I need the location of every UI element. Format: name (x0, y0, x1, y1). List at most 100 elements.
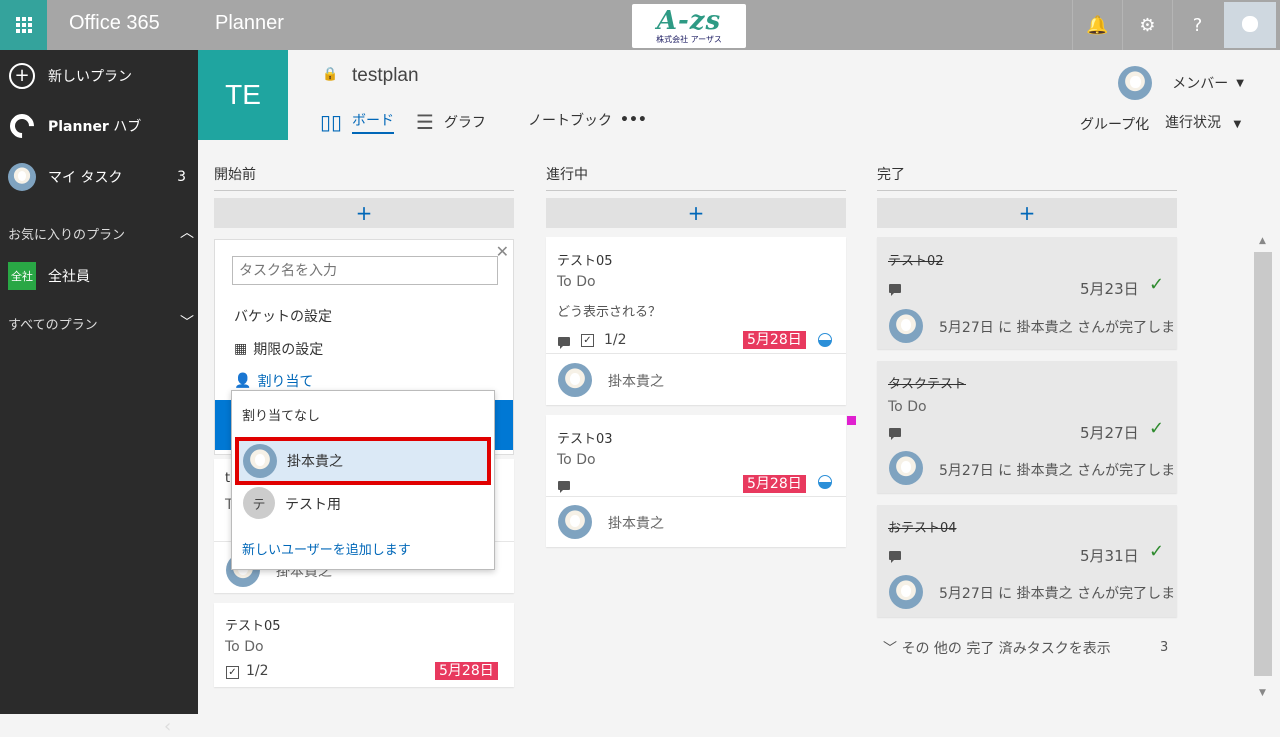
unassigned-option[interactable]: 割り当てなし (242, 405, 320, 424)
bucket-setting-label: バケットの設定 (234, 309, 332, 325)
completed-count: 3 (1160, 640, 1169, 655)
bucket-title[interactable]: 開始前 (214, 164, 514, 191)
chart-icon: ☰ (416, 110, 434, 134)
help-button[interactable]: ? (1172, 0, 1222, 50)
comment-icon (889, 551, 901, 563)
group-by-button[interactable]: グループ化 (1080, 114, 1149, 134)
bucket-title[interactable]: 完了 (877, 164, 1177, 191)
task-title: t (225, 471, 231, 486)
completed-task-card[interactable]: タスクテスト To Do 5月27日 ✓ 5月27日 に 掛本貴之 さんが完了し… (877, 361, 1177, 493)
notification-button[interactable]: 🔔 (1072, 0, 1122, 50)
plan-header: 🔒 testplan ▯▯ ボード ☰ グラフ ノートブック ••• メンバー … (288, 50, 1280, 150)
due-date-button[interactable]: ▦ 期限の設定 (234, 339, 323, 359)
due-date-badge: 5月28日 (435, 662, 498, 680)
app-launcher-button[interactable] (0, 0, 47, 50)
add-task-button[interactable]: + (214, 198, 514, 228)
tab-board[interactable]: ▯▯ ボード (320, 110, 395, 134)
due-date-badge: 5月28日 (743, 475, 806, 493)
members-button[interactable]: メンバー ▼ (1118, 66, 1244, 100)
progress-dropdown[interactable]: 進行状況 ▼ (1165, 112, 1241, 132)
logo-text: A-zs (656, 6, 722, 36)
check-icon: ✓ (1149, 418, 1165, 439)
more-button[interactable]: ••• (620, 112, 647, 128)
add-user-link[interactable]: 新しいユーザーを追加します (242, 539, 411, 558)
company-logo: A-zs 株式会社 アーザス (632, 4, 746, 48)
my-tasks-label: マイ タスク (48, 170, 123, 186)
favorites-header[interactable]: お気に入りのプラン ︿ (8, 224, 198, 243)
add-task-button[interactable]: + (877, 198, 1177, 228)
task-card[interactable]: テスト03 To Do 5月28日 掛本貴之 (546, 415, 846, 547)
scroll-down-icon[interactable]: ▼ (1259, 688, 1266, 698)
my-tasks-avatar (8, 163, 36, 191)
user-avatar (243, 444, 277, 478)
completed-task-card[interactable]: おテスト04 5月31日 ✓ 5月27日 に 掛本貴之 さんが完了しま (877, 505, 1177, 617)
add-task-button[interactable]: + (546, 198, 846, 228)
logo-subtext: 株式会社 アーザス (656, 35, 722, 44)
user-option[interactable]: テ テスト用 (240, 487, 490, 521)
plan-name[interactable]: testplan (352, 65, 419, 87)
task-progress-label: To Do (557, 452, 596, 468)
completed-date: 5月31日 (1080, 547, 1139, 565)
top-bar: Office 365 Planner A-zs 株式会社 アーザス 🔔 ⚙ ? (0, 0, 1280, 50)
user-avatar[interactable] (1224, 2, 1276, 48)
left-nav: + 新しいプラン Planner ハブ マイ タスク 3 お気に入りのプラン ︿… (0, 50, 198, 737)
office365-link[interactable]: Office 365 (69, 12, 160, 35)
tab-notebook[interactable]: ノートブック (528, 110, 612, 130)
planner-hub-link[interactable]: Planner ハブ (0, 109, 198, 143)
member-avatar (1118, 66, 1153, 100)
user-name: テスト用 (285, 497, 341, 513)
new-plan-label: 新しいプラン (48, 69, 132, 85)
task-progress-label: To Do (557, 274, 596, 290)
my-tasks-count: 3 (177, 169, 186, 185)
card-divider (546, 353, 846, 354)
task-card[interactable]: テスト05 To Do ✓ 1/2 5月28日 (214, 603, 514, 687)
assign-button[interactable]: 👤 割り当て (234, 371, 313, 391)
scroll-up-icon[interactable]: ▲ (1259, 236, 1266, 246)
check-icon: ✓ (1149, 541, 1165, 562)
calendar-icon: ▦ (234, 341, 248, 357)
favorite-plan-item[interactable]: 全社 全社員 (0, 262, 198, 290)
comment-icon (889, 428, 901, 440)
show-completed-label: その 他の 完了 済みタスクを表示 (901, 641, 1111, 657)
collapse-nav-button[interactable]: ‹ (164, 716, 171, 737)
assign-dropdown: 割り当てなし 掛本貴之 テ テスト用 新しいユーザーを追加します (231, 390, 495, 570)
completed-task-card[interactable]: テスト02 5月23日 ✓ 5月27日 に 掛本貴之 さんが完了しま (877, 237, 1177, 349)
settings-button[interactable]: ⚙ (1122, 0, 1172, 50)
progress-label: 進行状況 (1165, 115, 1221, 131)
task-name-input[interactable] (232, 256, 498, 285)
gear-icon: ⚙ (1139, 14, 1156, 36)
bucket-title[interactable]: 進行中 (546, 164, 846, 191)
task-card[interactable]: テスト05 To Do どう表示される？ ✓ 1/2 5月28日 掛本貴之 (546, 237, 846, 405)
task-title: テスト05 (557, 254, 613, 269)
user-initial-avatar: テ (243, 487, 275, 519)
assignee-avatar (558, 505, 592, 539)
assignee-avatar (889, 575, 923, 609)
plan-tile: TE (198, 50, 288, 140)
new-plan-button[interactable]: + 新しいプラン (0, 62, 198, 90)
user-name: 掛本貴之 (287, 454, 343, 470)
planner-hub-icon (5, 109, 39, 143)
caret-down-icon: ▼ (1233, 119, 1242, 130)
vertical-scrollbar[interactable]: ▲ ▼ (1254, 234, 1272, 704)
user-option-selected[interactable]: 掛本貴之 (235, 437, 491, 485)
tab-charts[interactable]: ☰ グラフ (416, 110, 486, 134)
task-title: おテスト04 (888, 521, 957, 536)
all-plans-header[interactable]: すべてのプラン ﹀ (8, 314, 198, 333)
bell-icon: 🔔 (1086, 14, 1109, 36)
my-tasks-link[interactable]: マイ タスク 3 (0, 162, 198, 192)
all-plans-label: すべてのプラン (8, 318, 98, 333)
scroll-thumb[interactable] (1254, 252, 1272, 676)
planner-link[interactable]: Planner (215, 12, 284, 35)
tab-board-label: ボード (352, 110, 395, 134)
assignee-avatar (889, 451, 923, 485)
completed-date: 5月23日 (1080, 280, 1139, 298)
bucket-setting-button[interactable]: バケットの設定 (234, 306, 332, 326)
checklist-count: 1/2 (246, 663, 269, 679)
planner-hub-label: Planner ハブ (48, 119, 142, 135)
comment-icon (558, 481, 570, 493)
more-icon: ••• (620, 112, 647, 128)
task-title: タスクテスト (888, 377, 967, 392)
show-completed-button[interactable]: ﹀ その 他の 完了 済みタスクを表示 (883, 638, 1111, 658)
comment-icon (889, 284, 901, 296)
due-date-label: 期限の設定 (253, 342, 324, 358)
